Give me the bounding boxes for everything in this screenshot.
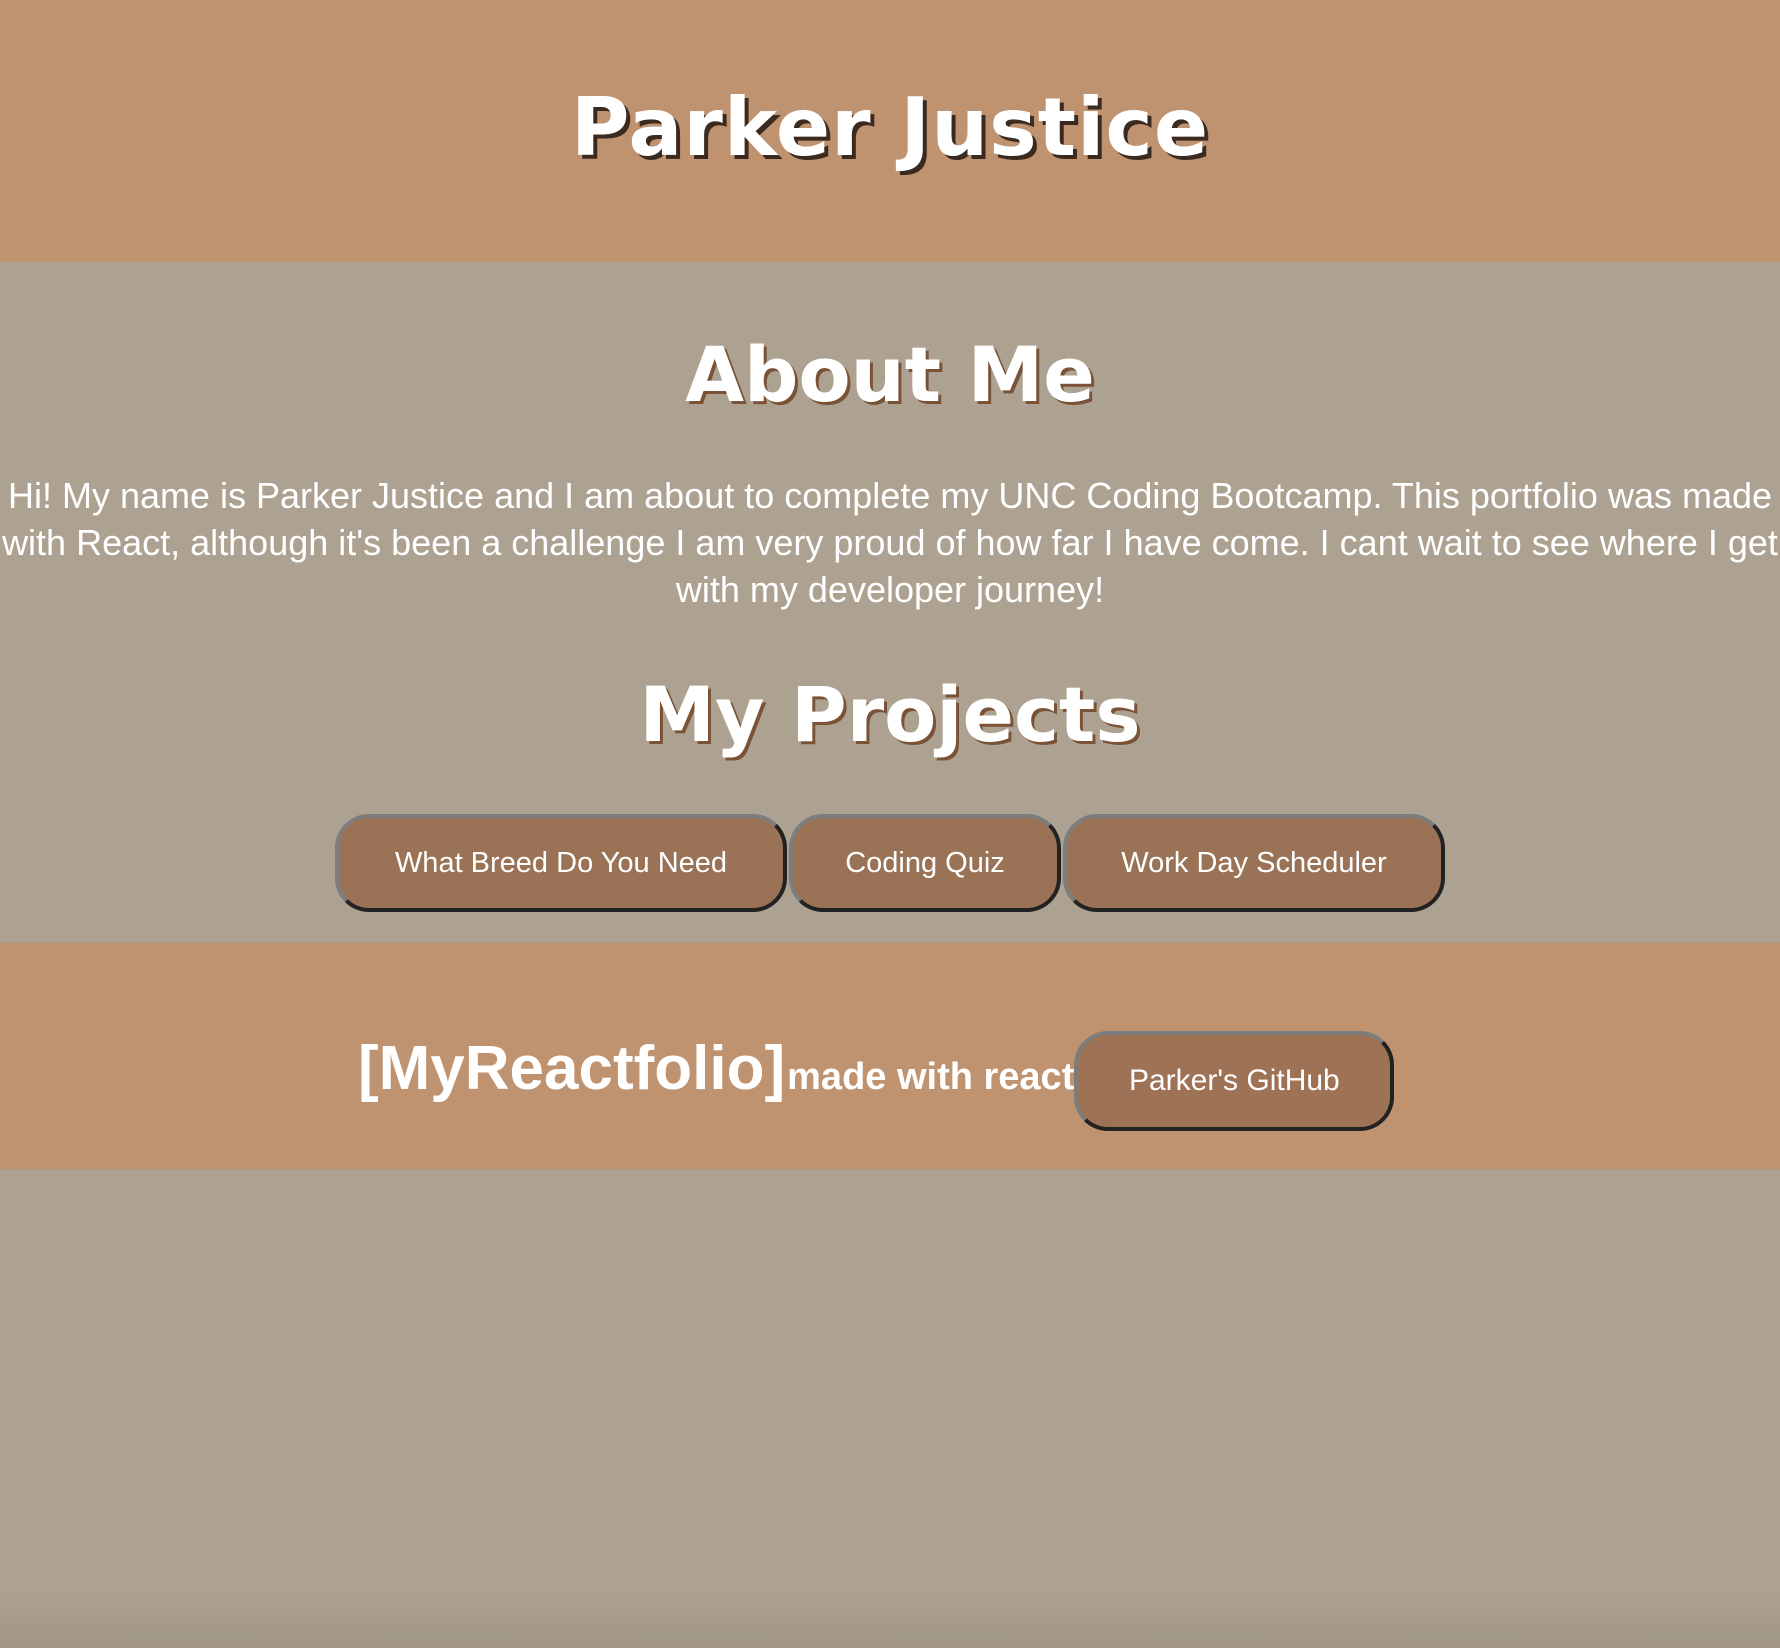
github-button[interactable]: Parker's GitHub: [1074, 1031, 1395, 1131]
footer-brand: [MyReactfolio]: [358, 1034, 786, 1103]
project-buttons: What Breed Do You Need Coding Quiz Work …: [0, 814, 1780, 912]
bottom-shade: [0, 1590, 1780, 1648]
about-text: Hi! My name is Parker Justice and I am a…: [2, 475, 1778, 610]
about-title: About Me: [685, 330, 1095, 419]
site-footer: [MyReactfolio] made with react Parker's …: [0, 943, 1780, 1169]
project-button-coding-quiz[interactable]: Coding Quiz: [789, 814, 1061, 912]
site-header: Parker Justice: [0, 0, 1780, 262]
site-title: Parker Justice: [570, 80, 1210, 174]
footer-content: [MyReactfolio] made with react Parker's …: [358, 1019, 1395, 1131]
project-button-work-day-scheduler[interactable]: Work Day Scheduler: [1063, 814, 1445, 912]
projects-title: My Projects: [639, 670, 1141, 759]
footer-tagline: made with react: [787, 1055, 1075, 1098]
project-button-what-breed[interactable]: What Breed Do You Need: [335, 814, 787, 912]
main-content: About Me Hi! My name is Parker Justice a…: [0, 262, 1780, 943]
